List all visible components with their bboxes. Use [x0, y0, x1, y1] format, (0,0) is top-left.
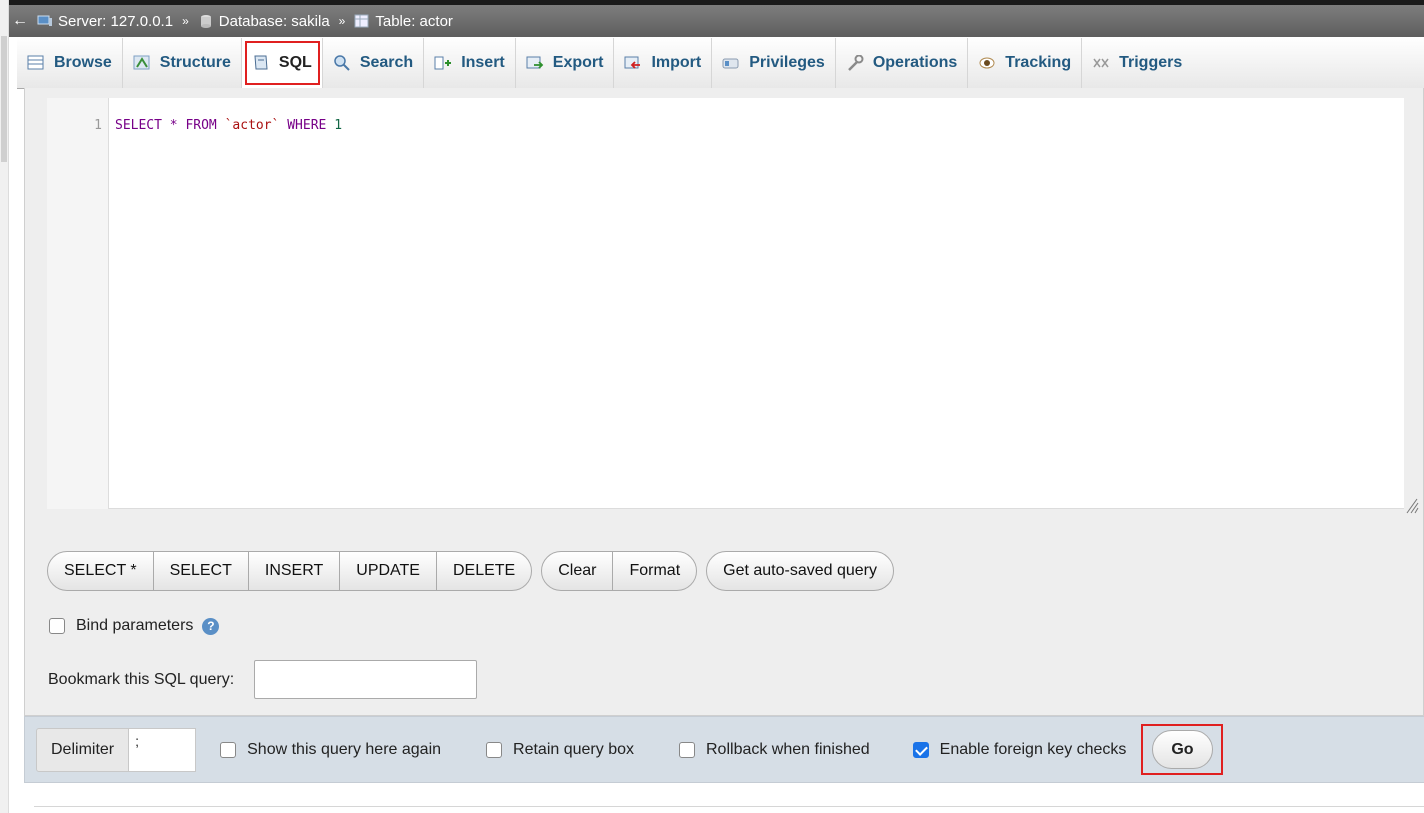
breadcrumb-separator: » — [338, 14, 346, 28]
wrench-icon — [847, 54, 864, 71]
tab-structure[interactable]: Structure — [123, 37, 242, 88]
retain-query-box-option[interactable]: Retain query box — [486, 741, 634, 759]
export-icon — [526, 56, 544, 69]
tab-export[interactable]: Export — [516, 37, 615, 88]
resize-grip-icon[interactable] — [1403, 496, 1419, 520]
breadcrumb-separator: » — [182, 14, 189, 28]
select-button[interactable]: SELECT — [154, 552, 249, 590]
select-star-button[interactable]: SELECT * — [48, 552, 154, 590]
bookmark-row: Bookmark this SQL query: — [48, 660, 478, 699]
tab-label: Search — [359, 53, 414, 71]
table-icon — [354, 14, 369, 28]
tab-label: Insert — [461, 53, 505, 71]
tab-tracking[interactable]: Tracking — [968, 37, 1083, 88]
show-query-again-option[interactable]: Show this query here again — [220, 741, 441, 759]
bookmark-input[interactable] — [254, 660, 478, 699]
query-options-bar: Delimiter ; Show this query here again R… — [24, 716, 1424, 783]
import-icon — [624, 56, 641, 69]
rollback-option[interactable]: Rollback when finished — [679, 741, 870, 759]
sql-keyword: FROM — [185, 118, 217, 133]
sql-table-name: `actor` — [224, 118, 280, 133]
rollback-checkbox[interactable] — [679, 741, 695, 758]
go-highlight: Go — [1141, 724, 1224, 775]
query-template-group: SELECT * SELECT INSERT UPDATE DELETE — [47, 551, 533, 591]
tab-search[interactable]: Search — [323, 37, 425, 88]
triggers-icon — [1093, 58, 1109, 67]
line-number-gutter: 1 — [47, 98, 109, 509]
sql-code-line[interactable]: SELECT * FROM `actor` WHERE 1 — [115, 118, 342, 133]
tab-bar: Browse Structure SQL Search Insert Expor… — [17, 37, 1424, 89]
tab-label: Privileges — [749, 53, 825, 71]
edit-button-group: Clear Format — [541, 551, 698, 591]
tab-import[interactable]: Import — [614, 37, 713, 88]
sql-operator: * — [169, 118, 178, 133]
tab-label: SQL — [278, 53, 312, 71]
breadcrumb-server[interactable]: Server: 127.0.0.1 — [37, 13, 173, 30]
autosave-button-group: Get auto-saved query — [706, 551, 895, 591]
tab-label: Operations — [872, 53, 958, 71]
breadcrumb-table[interactable]: Table: actor — [354, 13, 453, 30]
tab-triggers[interactable]: Triggers — [1082, 38, 1192, 88]
breadcrumb-database-label: Database: sakila — [218, 12, 330, 30]
bookmark-label: Bookmark this SQL query: — [48, 670, 235, 688]
left-scrollbar[interactable] — [0, 0, 9, 813]
breadcrumb-database[interactable]: Database: sakila — [198, 13, 330, 30]
privileges-icon — [722, 58, 739, 68]
format-button[interactable]: Format — [613, 552, 696, 590]
tab-label: Browse — [54, 53, 112, 71]
sql-panel: 1 SELECT * FROM `actor` WHERE 1 SELECT *… — [24, 88, 1424, 716]
foreign-key-checks-label[interactable]: Enable foreign key checks — [940, 741, 1127, 759]
sql-number: 1 — [334, 118, 343, 133]
sql-editor[interactable]: 1 SELECT * FROM `actor` WHERE 1 — [47, 98, 1404, 509]
tab-label: Triggers — [1119, 53, 1183, 71]
retain-query-box-checkbox[interactable] — [486, 741, 503, 758]
eye-icon — [979, 57, 995, 68]
delete-button[interactable]: DELETE — [437, 552, 531, 590]
foreign-key-checks-option[interactable]: Enable foreign key checks — [912, 741, 1127, 759]
show-query-again-checkbox[interactable] — [220, 741, 237, 758]
insert-button[interactable]: INSERT — [249, 552, 341, 590]
browse-icon — [27, 55, 44, 69]
rollback-label[interactable]: Rollback when finished — [706, 741, 870, 759]
scrollbar-thumb[interactable] — [1, 36, 7, 162]
sql-keyword: SELECT — [115, 118, 162, 133]
delimiter-input[interactable]: ; — [129, 727, 197, 772]
tab-insert[interactable]: Insert — [424, 37, 516, 88]
bind-parameters-row: Bind parameters ? — [49, 617, 220, 635]
tab-sql[interactable]: SQL — [241, 37, 323, 88]
help-icon[interactable]: ? — [202, 617, 220, 635]
back-arrow-icon[interactable]: ← — [9, 12, 31, 30]
bind-parameters-label[interactable]: Bind parameters — [76, 617, 193, 635]
query-button-row: SELECT * SELECT INSERT UPDATE DELETE Cle… — [47, 551, 903, 591]
divider — [34, 806, 1424, 807]
sql-keyword: WHERE — [287, 118, 327, 133]
show-query-again-label[interactable]: Show this query here again — [247, 741, 441, 759]
insert-icon — [434, 56, 452, 69]
tab-label: Import — [651, 53, 702, 71]
structure-icon — [133, 55, 150, 69]
clear-button[interactable]: Clear — [542, 552, 614, 590]
tab-label: Structure — [159, 53, 231, 71]
breadcrumb-table-label: Table: actor — [375, 12, 453, 30]
breadcrumb: ← Server: 127.0.0.1 » Database: sakila »… — [9, 0, 1424, 37]
bind-parameters-checkbox[interactable] — [49, 618, 65, 634]
update-button[interactable]: UPDATE — [340, 552, 437, 590]
search-icon — [334, 54, 350, 71]
database-icon — [200, 15, 211, 28]
sql-icon — [254, 55, 268, 69]
tab-browse[interactable]: Browse — [17, 37, 123, 88]
tab-operations[interactable]: Operations — [836, 37, 969, 88]
get-auto-saved-query-button[interactable]: Get auto-saved query — [707, 552, 893, 590]
foreign-key-checks-checkbox[interactable] — [912, 741, 929, 758]
tab-label: Tracking — [1005, 53, 1072, 71]
go-button[interactable]: Go — [1151, 730, 1213, 769]
tab-privileges[interactable]: Privileges — [712, 37, 836, 88]
delimiter-label: Delimiter — [36, 727, 130, 772]
tab-label: Export — [552, 53, 604, 71]
line-number: 1 — [94, 118, 102, 133]
retain-query-box-label[interactable]: Retain query box — [513, 741, 634, 759]
breadcrumb-server-label: Server: 127.0.0.1 — [58, 12, 174, 30]
server-icon — [37, 15, 52, 26]
